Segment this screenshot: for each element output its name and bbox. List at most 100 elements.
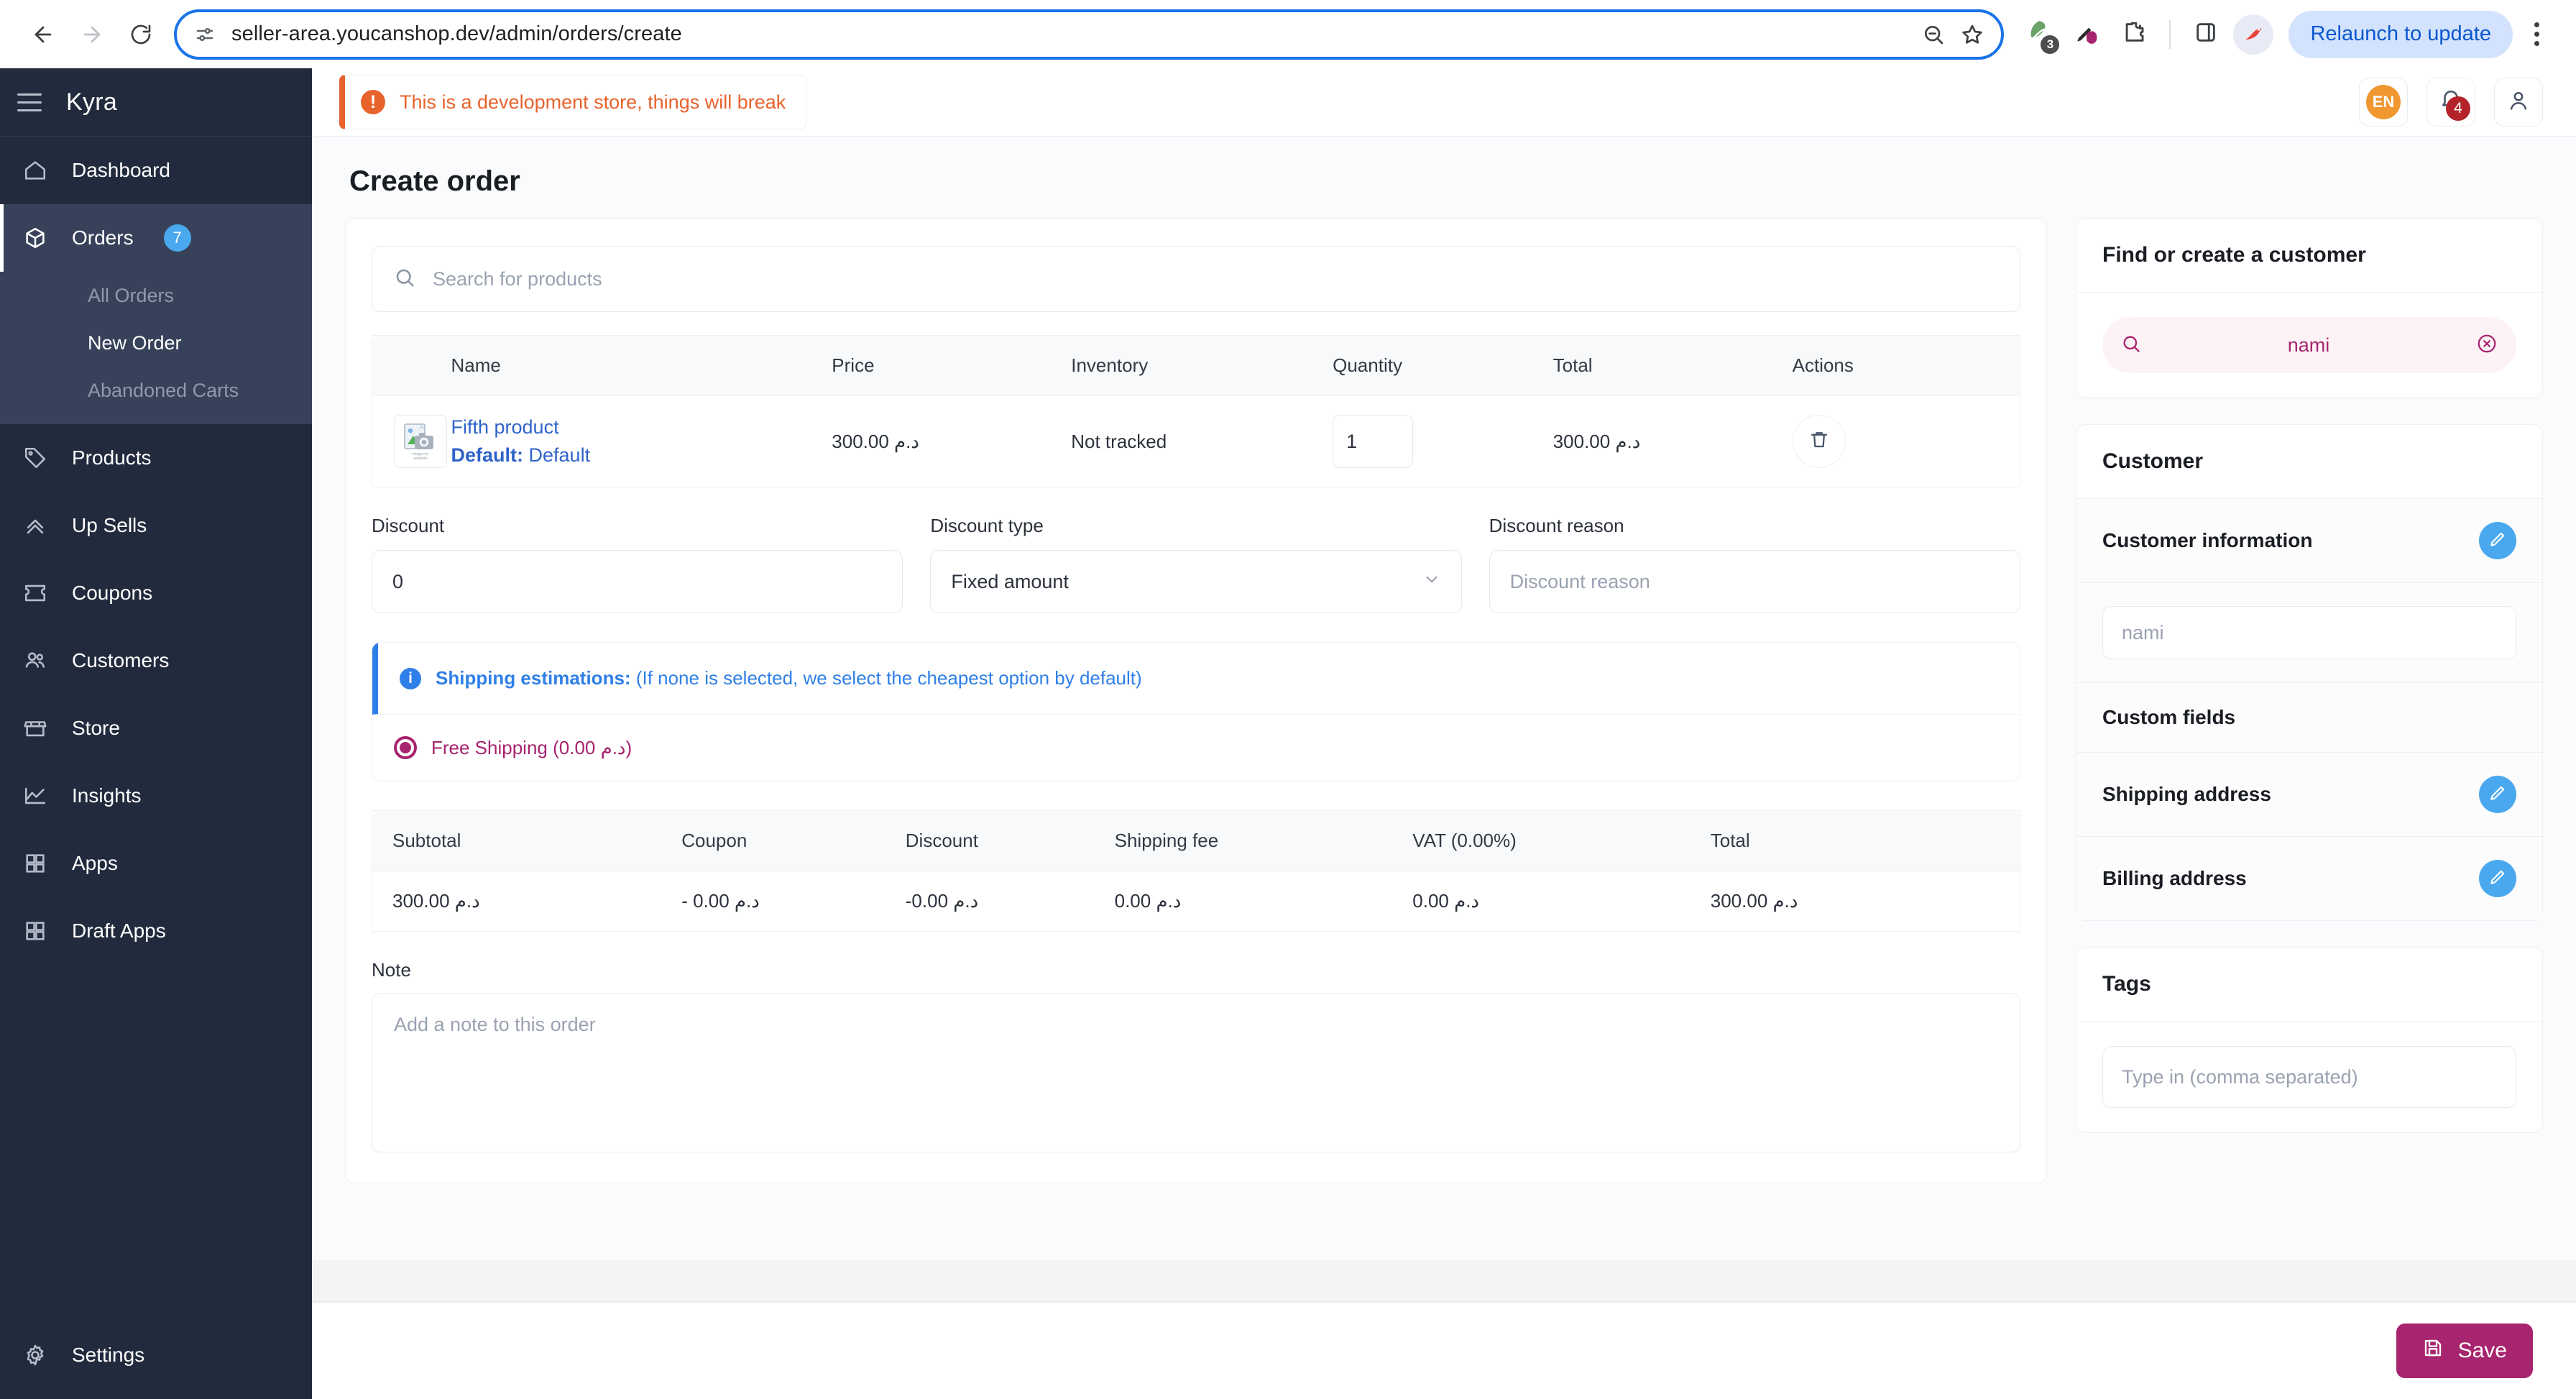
star-icon[interactable] — [1961, 23, 1984, 46]
discount-field-group: Discount 0 — [372, 515, 903, 613]
totals-col-shipping-fee: Shipping fee — [1114, 810, 1413, 871]
sidebar-item-all-orders[interactable]: All Orders — [0, 272, 312, 319]
find-customer-card: Find or create a customer nami — [2076, 218, 2543, 398]
sidebar-item-dashboard[interactable]: Dashboard — [0, 137, 312, 204]
zoom-out-icon[interactable] — [1922, 23, 1945, 46]
sidebar-item-coupons[interactable]: Coupons — [0, 559, 312, 627]
extension-eyedropper-button[interactable] — [2064, 12, 2109, 57]
sidebar-item-settings[interactable]: Settings — [0, 1321, 312, 1389]
quantity-input[interactable]: 1 — [1333, 415, 1414, 468]
extensions-area: 3 Relaunch to update — [2017, 10, 2557, 58]
save-button-label: Save — [2457, 1339, 2507, 1362]
pencil-icon — [2488, 784, 2507, 806]
sidebar: Kyra Dashboard Orders 7 All Orders New O… — [0, 68, 312, 1399]
product-search-field[interactable]: Search for products — [372, 246, 2020, 312]
chevron-down-icon — [1422, 570, 1441, 594]
sidebar-label-orders: Orders — [72, 226, 134, 249]
development-store-banner-text: This is a development store, things will… — [400, 91, 786, 113]
shipping-address-row[interactable]: Shipping address — [2076, 753, 2542, 837]
shipping-address-label: Shipping address — [2102, 783, 2271, 805]
page-title: Create order — [349, 165, 520, 197]
sidebar-submenu-orders: All Orders New Order Abandoned Carts — [0, 272, 312, 424]
discount-reason-placeholder: Discount reason — [1509, 570, 1650, 592]
shipping-option-label: Free Shipping (0.00 د.م) — [431, 736, 632, 758]
puzzle-icon — [2122, 20, 2146, 48]
radio-selected-icon[interactable] — [394, 736, 417, 759]
custom-fields-row[interactable]: Custom fields — [2076, 683, 2542, 753]
discount-reason-input[interactable]: Discount reason — [1489, 550, 2020, 613]
discount-input[interactable]: 0 — [372, 550, 903, 613]
totals-value-discount: -0.00 د.م — [905, 871, 1115, 932]
sidebar-item-draft-apps[interactable]: Draft Apps — [0, 897, 312, 965]
sidebar-item-new-order[interactable]: New Order — [0, 319, 312, 367]
eyedropper-icon — [2073, 19, 2100, 50]
profile-button[interactable] — [2231, 12, 2276, 57]
totals-row: 300.00 د.م - 0.00 د.م -0.00 د.م 0.00 د.م… — [372, 871, 2020, 932]
sidebar-label-settings: Settings — [72, 1344, 145, 1366]
tags-input[interactable]: Type in (comma separated) — [2102, 1046, 2516, 1108]
totals-col-vat: VAT (0.00%) — [1412, 810, 1711, 871]
customer-name-input[interactable]: nami — [2102, 606, 2516, 659]
reload-button[interactable] — [116, 10, 165, 59]
main-column: ! This is a development store, things wi… — [312, 68, 2576, 1399]
extension-grammar-button[interactable]: 3 — [2017, 12, 2061, 57]
sidebar-item-apps[interactable]: Apps — [0, 830, 312, 897]
customer-information-row[interactable]: Customer information — [2076, 499, 2542, 583]
forward-arrow-icon — [80, 22, 104, 47]
billing-address-row[interactable]: Billing address — [2076, 837, 2542, 920]
account-button[interactable] — [2494, 78, 2543, 127]
cell-actions — [1792, 395, 2020, 487]
totals-value-vat: 0.00 د.م — [1412, 871, 1711, 932]
find-customer-title: Find or create a customer — [2076, 219, 2542, 293]
sidebar-item-orders[interactable]: Orders 7 — [0, 204, 312, 272]
customer-information-label: Customer information — [2102, 529, 2313, 551]
notifications-count-badge: 4 — [2446, 96, 2470, 121]
language-switcher-button[interactable]: EN — [2359, 78, 2408, 127]
delete-item-button[interactable] — [1792, 415, 1846, 468]
relaunch-to-update-button[interactable]: Relaunch to update — [2288, 10, 2513, 58]
tags-card: Tags Type in (comma separated) — [2076, 947, 2543, 1133]
product-variant: Default: Default — [451, 444, 832, 467]
note-textarea[interactable]: Add a note to this order — [372, 993, 2020, 1152]
edit-customer-information-button[interactable] — [2479, 522, 2516, 559]
side-panel-button[interactable] — [2184, 12, 2228, 57]
shipping-estimations-title: Shipping estimations: — [436, 667, 631, 689]
sidebar-item-up-sells[interactable]: Up Sells — [0, 492, 312, 559]
app-shell: Kyra Dashboard Orders 7 All Orders New O… — [0, 68, 2576, 1399]
notifications-button[interactable]: 4 — [2426, 78, 2475, 127]
back-button[interactable] — [19, 10, 68, 59]
grid-icon — [22, 850, 49, 877]
discount-type-select[interactable]: Fixed amount — [930, 550, 1462, 613]
footer-gray-strip — [312, 1260, 2576, 1302]
hamburger-icon[interactable] — [17, 93, 42, 111]
language-code: EN — [2366, 85, 2401, 119]
sidebar-nav: Dashboard Orders 7 All Orders New Order … — [0, 137, 312, 1321]
cell-thumbnail: image not available — [372, 395, 451, 487]
forward-button[interactable] — [68, 10, 116, 59]
sidebar-label-coupons: Coupons — [72, 582, 153, 604]
extensions-puzzle-button[interactable] — [2112, 12, 2156, 57]
customer-search-field[interactable]: nami — [2102, 317, 2516, 373]
topbar-actions: EN 4 — [2359, 78, 2543, 127]
edit-billing-address-button[interactable] — [2479, 860, 2516, 897]
totals-col-total: Total — [1710, 810, 2020, 871]
totals-value-shipping-fee: 0.00 د.م — [1114, 871, 1413, 932]
sidebar-item-products[interactable]: Products — [0, 424, 312, 492]
order-card: Search for products Name Price Inventory… — [345, 218, 2047, 1183]
order-column: Search for products Name Price Inventory… — [345, 218, 2047, 1183]
address-bar[interactable]: seller-area.youcanshop.dev/admin/orders/… — [174, 9, 2005, 60]
sidebar-item-store[interactable]: Store — [0, 694, 312, 762]
clear-circle-icon[interactable] — [2476, 333, 2498, 358]
product-name-link[interactable]: Fifth product — [451, 416, 832, 439]
save-button[interactable]: Save — [2396, 1324, 2533, 1378]
users-icon — [22, 647, 49, 674]
customer-search-value: nami — [2287, 334, 2330, 356]
sidebar-item-insights[interactable]: Insights — [0, 762, 312, 830]
shipping-option-free[interactable]: Free Shipping (0.00 د.م) — [372, 715, 2020, 781]
sidebar-item-abandoned-carts[interactable]: Abandoned Carts — [0, 367, 312, 414]
edit-shipping-address-button[interactable] — [2479, 776, 2516, 813]
kebab-menu-icon[interactable] — [2516, 12, 2557, 57]
variant-label: Default: — [451, 444, 524, 466]
sidebar-item-customers[interactable]: Customers — [0, 627, 312, 694]
site-settings-icon[interactable] — [194, 24, 216, 45]
